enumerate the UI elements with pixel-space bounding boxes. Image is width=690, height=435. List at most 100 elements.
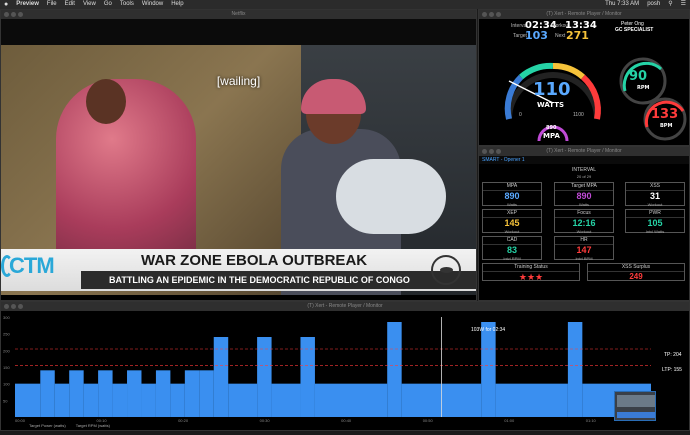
minimize-button[interactable] (11, 12, 16, 17)
workout-chart-svg[interactable]: 30025020015010050 00:00 00:10 00:20 00:30 00… (1, 311, 689, 430)
metric-unit: Workout (504, 229, 520, 234)
power-bar[interactable] (228, 383, 258, 417)
minimize-button[interactable] (489, 12, 494, 17)
window-controls (4, 304, 23, 309)
minimap-preview[interactable] (614, 391, 656, 421)
y-tick-label: 250 (3, 332, 10, 337)
menu-edit[interactable]: Edit (65, 0, 75, 9)
gauge-panel: Interval 02:34 Workout 13:34 Target 103 … (479, 19, 689, 145)
metric-xss: XSS 31 Workout (625, 182, 685, 207)
power-bar[interactable] (141, 383, 156, 417)
menu-window[interactable]: Window (142, 0, 163, 9)
power-bar[interactable] (15, 383, 41, 417)
news-headline: WAR ZONE EBOLA OUTBREAK (141, 252, 368, 269)
power-bar[interactable] (112, 383, 128, 417)
x-tick-label: 00:30 (260, 418, 271, 423)
zoom-button[interactable] (18, 12, 23, 17)
rpm-label: RPM (637, 85, 650, 91)
workout-name: SMART - Opener 1 (479, 156, 689, 164)
power-bar[interactable] (495, 383, 568, 417)
y-tick-label: 200 (3, 348, 10, 353)
metric-title: XSS (626, 183, 684, 191)
apple-icon[interactable]: ● (4, 0, 8, 9)
close-button[interactable] (482, 149, 487, 154)
network-logo-text: CTM (9, 253, 55, 278)
ltp-label: LTP: 155 (662, 367, 682, 373)
metric-value: 145 (504, 218, 520, 228)
watts-label: WATTS (537, 101, 565, 109)
power-bar[interactable] (314, 383, 388, 417)
menu-view[interactable]: View (83, 0, 96, 9)
metric-title: CAD (483, 237, 541, 245)
power-bar[interactable] (98, 370, 113, 417)
metric-value: 890 (576, 191, 592, 201)
rpm-value: 90 (629, 69, 648, 84)
power-bar[interactable] (40, 370, 55, 417)
current-watts: 110 (533, 79, 571, 100)
interval-heading: INTERVAL (572, 167, 596, 173)
menu-go[interactable]: Go (104, 0, 112, 9)
wrapped-bundle (336, 159, 446, 234)
spotlight-icon[interactable]: ⚲ (668, 0, 672, 9)
close-button[interactable] (4, 12, 9, 17)
position-tooltip: 103W for 02:34 (471, 327, 506, 333)
minimize-button[interactable] (489, 149, 494, 154)
metric-unit: Intvl Watts (645, 229, 665, 234)
minimize-button[interactable] (11, 304, 16, 309)
power-bar[interactable] (257, 337, 272, 417)
menubar-clock[interactable]: Thu 7:33 AM (605, 0, 639, 9)
smart-window-titlebar[interactable]: (T) Xert - Remote Player / Monitor (479, 147, 689, 156)
bpm-value: 133 (651, 107, 679, 122)
power-bar[interactable] (83, 383, 99, 417)
x-tick-label: 00:40 (341, 418, 352, 423)
news-lower-third: CTM WAR ZONE EBOLA OUTBREAK BATTLING AN … (1, 249, 476, 291)
y-tick-label: 50 (3, 398, 8, 403)
power-bar[interactable] (127, 370, 142, 417)
metric-unit: Intvl RPM (503, 256, 521, 261)
menu-list-icon[interactable]: ☰ (681, 0, 686, 9)
power-bar[interactable] (184, 370, 200, 417)
gauge-window: (T) Xert - Remote Player / Monitor Inter… (478, 9, 690, 146)
metric-unit: Watts (578, 202, 590, 207)
metric-title: HR (555, 237, 613, 245)
menu-tools[interactable]: Tools (120, 0, 134, 9)
menu-file[interactable]: File (47, 0, 57, 9)
menu-app-name[interactable]: Preview (16, 0, 39, 9)
close-button[interactable] (4, 304, 9, 309)
chart-window-titlebar[interactable]: (T) Xert - Remote Player / Monitor (1, 302, 689, 311)
close-button[interactable] (482, 12, 487, 17)
power-bar[interactable] (199, 370, 214, 417)
zoom-button[interactable] (496, 149, 501, 154)
power-bar[interactable] (567, 322, 583, 417)
x-tick-label: 00:50 (423, 418, 434, 423)
power-bar[interactable] (271, 383, 301, 417)
zoom-button[interactable] (496, 12, 501, 17)
power-bar[interactable] (481, 322, 496, 417)
zoom-button[interactable] (18, 304, 23, 309)
metric-value: 147 (576, 245, 592, 255)
smart-window: (T) Xert - Remote Player / Monitor SMART… (478, 146, 690, 301)
metric-value: 83 (506, 245, 517, 255)
metric-title: XEP (483, 210, 541, 218)
power-bar[interactable] (54, 383, 70, 417)
video-window-titlebar[interactable]: Netflix (1, 10, 476, 19)
power-bar[interactable] (387, 322, 402, 417)
metric-unit: Workout (576, 229, 592, 234)
menu-help[interactable]: Help (171, 0, 183, 9)
power-bar[interactable] (170, 383, 185, 417)
workout-chart-panel[interactable]: 300 250 200 150 100 50 00:00 00:10 00:20 00:30 00… (1, 311, 689, 430)
power-bar[interactable] (69, 370, 84, 417)
gauge-window-titlebar[interactable]: (T) Xert - Remote Player / Monitor (479, 10, 689, 19)
minimap-bars (617, 412, 655, 418)
metric-unit: Watts (506, 202, 518, 207)
dial-min: 0 (519, 112, 522, 118)
power-bar[interactable] (155, 370, 171, 417)
x-tick-label: 01:00 (504, 418, 515, 423)
training-status-label: Training Status (483, 264, 579, 272)
metric-unit: Intvl BPM (575, 256, 593, 261)
video-frame[interactable]: [wailing] CTM WAR ZONE EBOLA OUTBREAK BA… (1, 19, 476, 295)
metric-mpa: MPA 890 Watts (482, 182, 542, 207)
subtitle-caption: [wailing] (216, 74, 261, 88)
tp-label: TP: 204 (664, 352, 682, 358)
menubar-user[interactable]: posh (647, 0, 660, 9)
